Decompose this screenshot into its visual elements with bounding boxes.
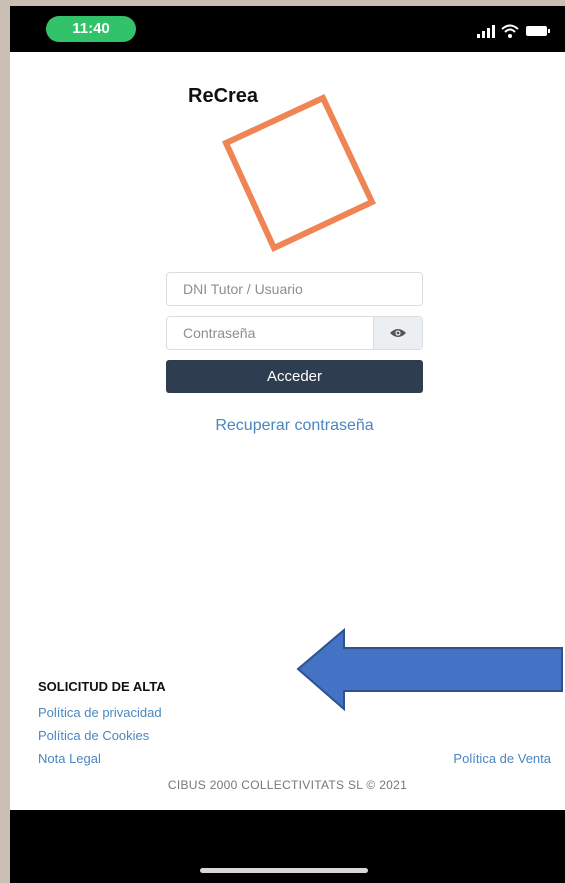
username-field xyxy=(166,272,423,306)
signal-icon xyxy=(477,24,495,38)
status-time: 11:40 xyxy=(46,16,136,42)
phone-frame: 11:40 ReCrea DNI Tutor / Usuario Acceder… xyxy=(10,6,565,883)
home-indicator[interactable] xyxy=(200,868,368,873)
legal-notice-link[interactable]: Nota Legal xyxy=(38,751,101,766)
wifi-icon xyxy=(501,24,519,38)
password-field xyxy=(166,316,423,350)
battery-icon xyxy=(526,26,550,36)
status-bar: 11:40 xyxy=(10,6,565,52)
recover-password-link[interactable]: Recuperar contraseña xyxy=(166,417,423,435)
sales-policy-link[interactable]: Política de Venta xyxy=(453,751,551,766)
login-button[interactable]: Acceder xyxy=(166,360,423,393)
username-input[interactable] xyxy=(167,273,383,305)
login-screen: ReCrea Acceder Recuperar contraseña xyxy=(10,52,565,810)
status-icons xyxy=(477,20,551,38)
privacy-policy-link[interactable]: Política de privacidad xyxy=(38,705,162,720)
password-input[interactable] xyxy=(167,317,383,349)
cookies-policy-link[interactable]: Política de Cookies xyxy=(38,728,149,743)
toggle-password-button[interactable] xyxy=(373,317,422,349)
copyright-text: CIBUS 2000 COLLECTIVITATS SL © 2021 xyxy=(167,778,408,792)
signup-request-link[interactable]: SOLICITUD DE ALTA xyxy=(38,679,166,694)
eye-icon xyxy=(390,329,406,337)
